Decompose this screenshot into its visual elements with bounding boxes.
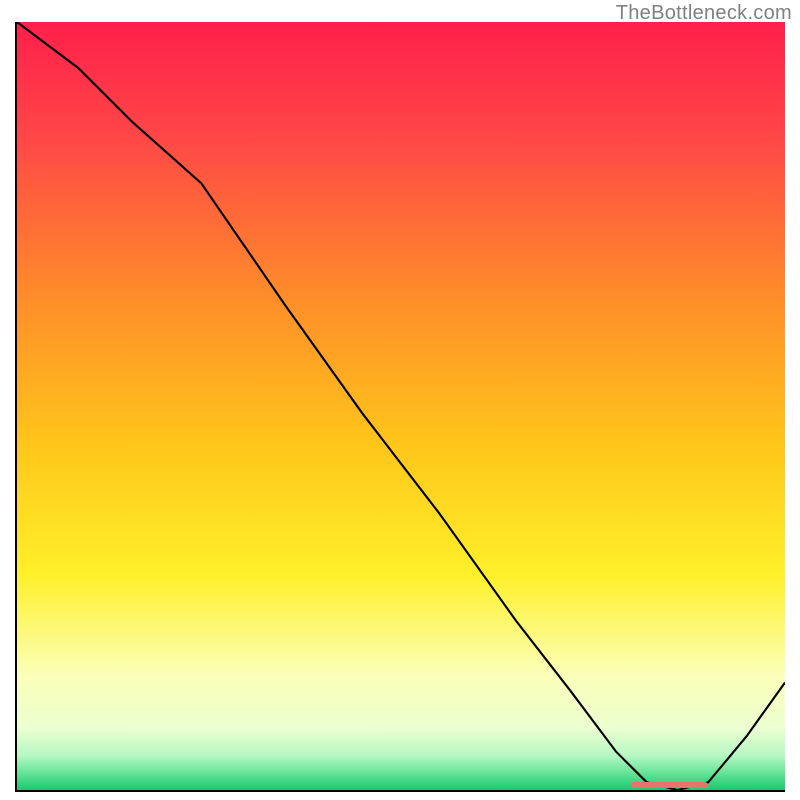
gradient-bg <box>17 22 785 790</box>
optimum-marker <box>631 782 708 788</box>
curve-layer <box>17 22 785 790</box>
plot-frame <box>15 22 785 792</box>
watermark-text: TheBottleneck.com <box>616 2 792 25</box>
plot-area <box>17 22 785 790</box>
chart-container: TheBottleneck.com <box>0 0 800 800</box>
